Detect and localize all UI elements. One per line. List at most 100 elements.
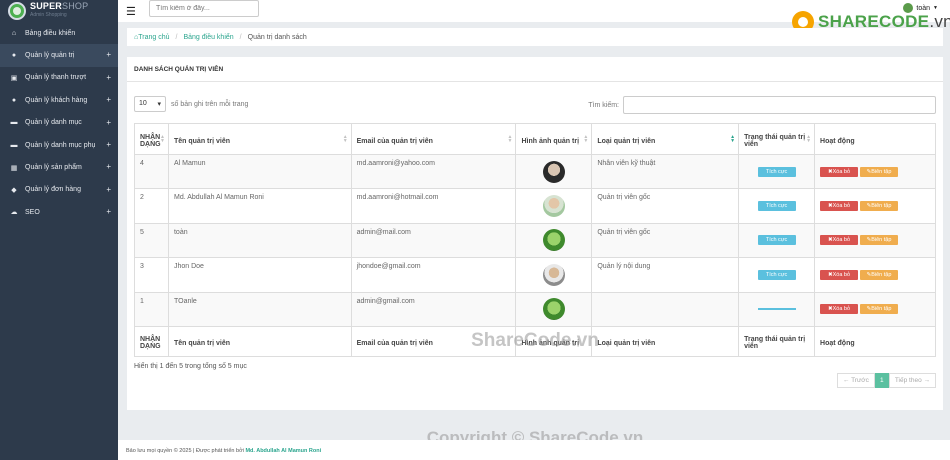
folder-icon: ▬	[10, 119, 18, 127]
cell-id: 2	[134, 188, 169, 224]
breadcrumb-current: Quản trị danh sách	[247, 33, 307, 41]
sidebar-item-7[interactable]: ◆ Quản lý đơn hàng +	[0, 179, 118, 201]
delete-button[interactable]: ✖Xóa bỏ	[820, 269, 859, 280]
cell-avatar	[515, 257, 593, 293]
brand-title: SUPERSHOP	[30, 1, 89, 11]
plus-icon: +	[106, 72, 111, 82]
cell-email: admin@gmail.com	[350, 291, 517, 327]
admin-list-panel: DANH SÁCH QUẢN TRỊ VIÊN 10 ▾ số bản ghi t…	[127, 57, 943, 410]
sidebar-item-8[interactable]: ☁ SEO +	[0, 201, 118, 223]
cell-id: 4	[134, 153, 169, 190]
menu-toggle-icon[interactable]: ☰	[126, 5, 136, 18]
sidebar-item-label: SEO	[25, 208, 40, 216]
sidebar-item-3[interactable]: ● Quản lý khách hàng +	[0, 89, 118, 111]
plus-icon: +	[106, 207, 111, 217]
status-badge[interactable]: Tích cực	[757, 269, 796, 280]
sidebar-item-5[interactable]: ▬ Quản lý danh mục phụ +	[0, 134, 118, 156]
cell-avatar	[515, 291, 593, 327]
breadcrumb-home[interactable]: ⌂Trang chủ	[134, 34, 170, 41]
delete-button[interactable]: ✖Xóa bỏ	[820, 304, 859, 315]
table-row: 4 Al Mamun md.aamroni@yahoo.com Nhân viên k…	[134, 153, 936, 190]
brand-logo[interactable]: SUPERSHOP Admin Shopping	[0, 0, 118, 22]
table-row: 1 TOanle admin@gmail.com ✖Xóa bỏ ✎Biên tập	[134, 291, 936, 327]
cell-actions: ✖Xóa bỏ ✎Biên tập	[814, 222, 936, 259]
sidebar-menu: ⌂ Bảng điều khiển ● Quản lý quản trị + ▣ Quản …	[0, 22, 118, 224]
cell-status: Tích cực	[738, 153, 816, 190]
cell-avatar	[515, 188, 593, 224]
column-header[interactable]: Hình ảnh quản trị ▲ ▼	[515, 123, 593, 155]
prev-page-button[interactable]: ← Trước	[836, 373, 875, 388]
edit-button[interactable]: ✎Biên tập	[860, 201, 899, 212]
search-input[interactable]	[149, 0, 259, 17]
column-header[interactable]: Email của quản trị viên ▲ ▼	[350, 123, 517, 155]
watermark-text: ShareCode.vn	[471, 330, 599, 351]
sidebar-item-label: Quản lý thanh trượt	[25, 74, 87, 82]
column-header[interactable]: Loại quản trị viên ▲ ▼	[591, 123, 740, 155]
cell-type: Quản trị viên gốc	[591, 222, 740, 259]
sidebar-item-label: Bảng điều khiển	[25, 29, 76, 37]
next-page-button[interactable]: Tiếp theo →	[888, 373, 936, 388]
table-search: Tìm kiếm:	[588, 96, 936, 114]
sidebar-item-4[interactable]: ▬ Quản lý danh mục +	[0, 112, 118, 134]
page-length-select[interactable]: 10 ▾	[134, 96, 166, 112]
delete-button[interactable]: ✖Xóa bỏ	[820, 166, 859, 177]
sidebar-item-0[interactable]: ⌂ Bảng điều khiển	[0, 22, 118, 44]
sidebar-item-2[interactable]: ▣ Quản lý thanh trượt +	[0, 67, 118, 89]
cell-avatar	[515, 222, 593, 259]
sidebar-item-label: Quản lý danh mục	[25, 119, 82, 127]
footer-author[interactable]: Md. Abdullah Al Mamun Roni	[245, 448, 321, 454]
sort-icon: ▲ ▼	[342, 134, 348, 144]
brand-subtitle: Admin Shopping	[30, 12, 67, 18]
delete-button[interactable]: ✖Xóa bỏ	[820, 235, 859, 246]
cell-actions: ✖Xóa bỏ ✎Biên tập	[814, 188, 936, 224]
sidebar-item-1[interactable]: ● Quản lý quản trị +	[0, 44, 118, 67]
edit-button[interactable]: ✎Biên tập	[860, 304, 899, 315]
column-header: Hoạt động	[814, 123, 936, 155]
status-badge[interactable]: Tích cực	[757, 166, 796, 177]
user-icon: ●	[11, 52, 17, 60]
sidebar-item-label: Quản lý khách hàng	[25, 96, 88, 104]
cell-type	[591, 291, 740, 327]
cell-type: Nhân viên kỹ thuật	[591, 153, 740, 190]
cell-name: Jhon Doe	[167, 257, 352, 293]
status-badge[interactable]: Tích cực	[757, 235, 796, 246]
delete-button[interactable]: ✖Xóa bỏ	[820, 201, 859, 212]
plus-icon: +	[106, 117, 111, 127]
breadcrumb-dashboard[interactable]: Bảng điều khiển	[183, 34, 233, 41]
sort-icon: ▲ ▼	[583, 134, 589, 144]
sidebar-item-6[interactable]: ▦ Quản lý sản phẩm +	[0, 156, 118, 178]
column-header[interactable]: Tên quản trị viên ▲ ▼	[167, 123, 352, 155]
users-icon: ●	[11, 96, 17, 104]
edit-button[interactable]: ✎Biên tập	[860, 235, 899, 246]
status-badge[interactable]: Tích cực	[757, 201, 796, 212]
plus-icon: +	[106, 184, 111, 194]
cell-name: Al Mamun	[167, 153, 352, 190]
cell-id: 5	[134, 222, 169, 259]
avatar	[542, 160, 565, 183]
pagination: ← Trước 1 Tiếp theo →	[836, 373, 936, 388]
plus-icon: +	[106, 95, 111, 105]
plus-icon: +	[106, 50, 111, 60]
plus-icon: +	[106, 162, 111, 172]
footer: Bảo lưu mọi quyền © 2025 | Được phát tri…	[118, 440, 950, 460]
sort-icon: ▲ ▼	[160, 134, 165, 144]
table-search-input[interactable]	[623, 96, 936, 114]
cell-status	[738, 291, 816, 327]
edit-button[interactable]: ✎Biên tập	[860, 269, 899, 280]
sidebar: SUPERSHOP Admin Shopping ⌂ Bảng điều khiể…	[0, 0, 118, 460]
panel-title: DANH SÁCH QUẢN TRỊ VIÊN	[127, 57, 943, 82]
cell-actions: ✖Xóa bỏ ✎Biên tập	[814, 153, 936, 190]
chevron-down-icon: ▾	[157, 101, 161, 108]
column-header[interactable]: Trạng thái quản trị viên ▲ ▼	[738, 123, 816, 155]
cell-id: 3	[134, 257, 169, 293]
tag-icon: ◆	[11, 186, 17, 194]
cloud-icon: ☁	[10, 209, 18, 217]
page-button[interactable]: 1	[874, 373, 889, 388]
table-header-row: NHẬN DẠNG ▲ ▼ Tên quản trị viên ▲ ▼ Email của …	[134, 123, 936, 155]
avatar	[542, 229, 565, 252]
edit-button[interactable]: ✎Biên tập	[860, 166, 899, 177]
column-header[interactable]: NHẬN DẠNG ▲ ▼	[134, 123, 169, 155]
cell-name: toàn	[167, 222, 352, 259]
status-badge	[757, 308, 796, 311]
cell-name: Md. Abdullah Al Mamun Roni	[167, 188, 352, 224]
